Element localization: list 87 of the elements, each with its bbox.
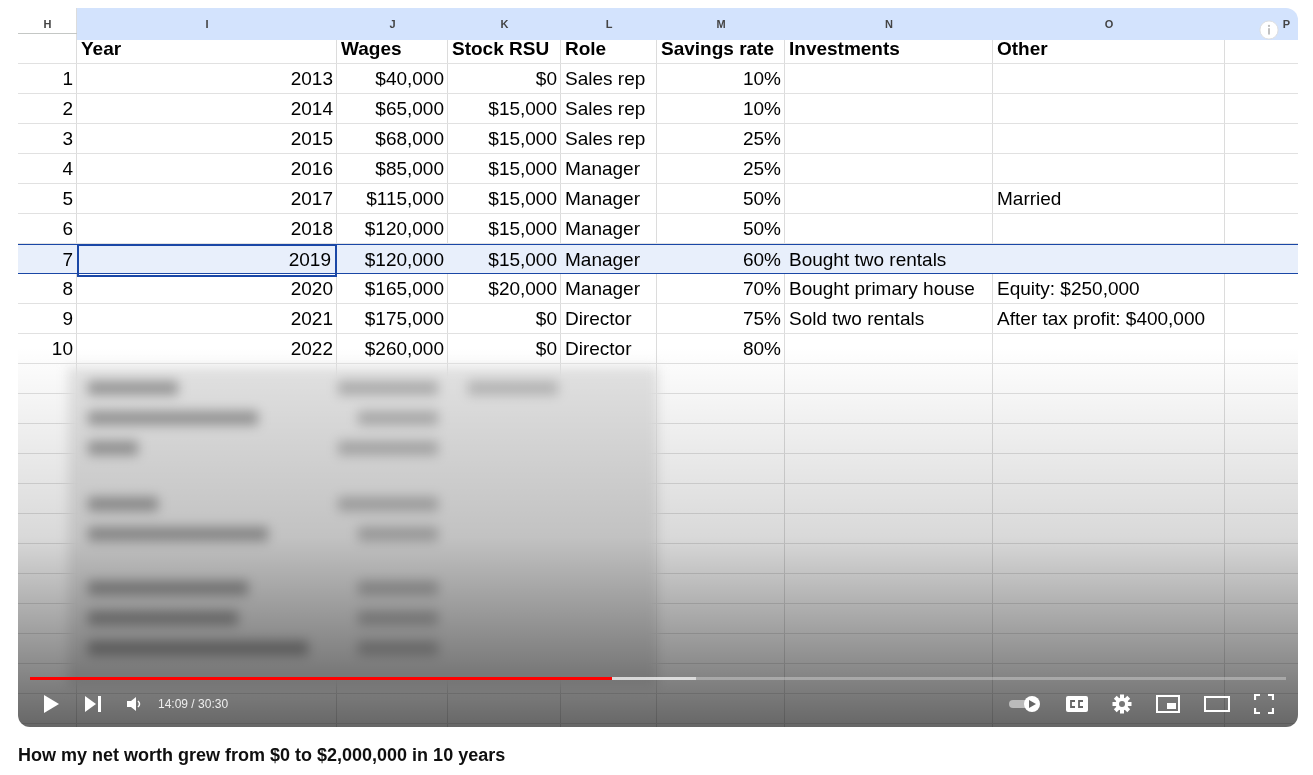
table-cell-text: 2014	[289, 96, 334, 121]
table-cell-text: 10%	[741, 96, 782, 121]
row-number: 1	[61, 66, 74, 91]
table-cell-text: Director	[564, 336, 633, 361]
column-header[interactable]: M	[657, 8, 785, 40]
table-cell-text: $0	[534, 66, 558, 91]
table-cell-text: $0	[534, 336, 558, 361]
settings-icon[interactable]	[1112, 694, 1132, 714]
fullscreen-icon[interactable]	[1254, 694, 1274, 714]
table-cell-text: 70%	[741, 276, 782, 301]
row-number: 4	[61, 156, 74, 181]
table-cell-text: Sales rep	[564, 66, 647, 91]
column-header[interactable]: O	[993, 8, 1225, 40]
row-number: 5	[61, 186, 74, 211]
table-cell-text: Manager	[564, 216, 641, 241]
column-header[interactable]: H	[18, 8, 77, 40]
column-header[interactable]: P	[1225, 8, 1298, 40]
table-cell-text: Sold two rentals	[788, 306, 926, 331]
table-cell-text: Manager	[564, 276, 641, 301]
table-cell-text: $260,000	[363, 336, 445, 361]
column-header[interactable]: K	[448, 8, 561, 40]
table-cell-text: $15,000	[487, 156, 558, 181]
table-cell-text: 2022	[289, 336, 334, 361]
row-number: 9	[61, 306, 74, 331]
row-number: 3	[61, 126, 74, 151]
table-cell-text: Manager	[564, 186, 641, 211]
table-cell-text: Married	[996, 186, 1063, 211]
table-cell-text: Manager	[564, 248, 641, 272]
table-cell-text: 75%	[741, 306, 782, 331]
table-cell-text: Equity: $250,000	[996, 276, 1141, 301]
table-cell-text: 2021	[289, 306, 334, 331]
table-cell-text: $15,000	[487, 186, 558, 211]
row-number: 8	[61, 276, 74, 301]
row-number: 7	[61, 248, 74, 272]
table-cell-text: 50%	[741, 186, 782, 211]
table-cell-text: 2013	[289, 66, 334, 91]
video-title: How my net worth grew from $0 to $2,000,000 in 10 years	[18, 744, 507, 767]
video-player[interactable]	[18, 8, 1298, 727]
table-cell-text: 2015	[289, 126, 334, 151]
table-cell-text: 10%	[741, 66, 782, 91]
table-cell-text: 2017	[289, 186, 334, 211]
column-header[interactable]: I	[77, 8, 337, 40]
table-cell-text: $15,000	[487, 96, 558, 121]
next-icon[interactable]	[84, 695, 102, 713]
column-header[interactable]: N	[785, 8, 993, 40]
volume-icon[interactable]	[126, 696, 142, 712]
table-cell-text: 50%	[741, 216, 782, 241]
theater-mode-icon[interactable]	[1204, 696, 1230, 712]
table-cell-text: Bought primary house	[788, 276, 976, 301]
table-cell-text: 25%	[741, 126, 782, 151]
table-cell-text: Sales rep	[564, 96, 647, 121]
table-cell-text: 25%	[741, 156, 782, 181]
table-cell-text: $15,000	[487, 126, 558, 151]
table-cell-text: 2018	[289, 216, 334, 241]
table-cell-text: 80%	[741, 336, 782, 361]
table-cell-text: Bought two rentals	[788, 248, 948, 272]
miniplayer-icon[interactable]	[1156, 695, 1180, 713]
table-cell-text: $20,000	[487, 276, 558, 301]
table-cell-text: $175,000	[363, 306, 445, 331]
table-cell-text: $40,000	[374, 66, 445, 91]
table-cell-text: $165,000	[363, 276, 445, 301]
table-cell-text: $68,000	[374, 126, 445, 151]
table-cell-text: $85,000	[374, 156, 445, 181]
column-header[interactable]: L	[561, 8, 657, 40]
table-cell-text: Director	[564, 306, 633, 331]
table-cell-text: 2020	[289, 276, 334, 301]
table-cell-text: Manager	[564, 156, 641, 181]
table-cell-text: $65,000	[374, 96, 445, 121]
table-cell-text: $0	[534, 306, 558, 331]
column-header[interactable]: J	[337, 8, 448, 40]
table-cell-text: 2016	[289, 156, 334, 181]
row-number: 6	[61, 216, 74, 241]
table-cell: 2019	[77, 244, 337, 277]
table-cell-text: $120,000	[363, 216, 445, 241]
table-cell-text: After tax profit: $400,000	[996, 306, 1207, 331]
table-cell-text: $120,000	[363, 248, 445, 272]
row-number: 2	[61, 96, 74, 121]
time-display: 14:09 / 30:30	[158, 696, 229, 713]
captions-icon[interactable]	[1066, 696, 1088, 712]
table-cell-text: 60%	[741, 248, 782, 272]
row-number: 10	[50, 336, 74, 361]
table-cell-text: $115,000	[365, 186, 445, 211]
table-cell-text: Sales rep	[564, 126, 647, 151]
table-cell-text: $15,000	[487, 216, 558, 241]
autoplay-toggle-icon[interactable]	[1008, 695, 1042, 713]
table-cell-text: $15,000	[487, 248, 558, 272]
play-icon[interactable]	[42, 694, 60, 714]
